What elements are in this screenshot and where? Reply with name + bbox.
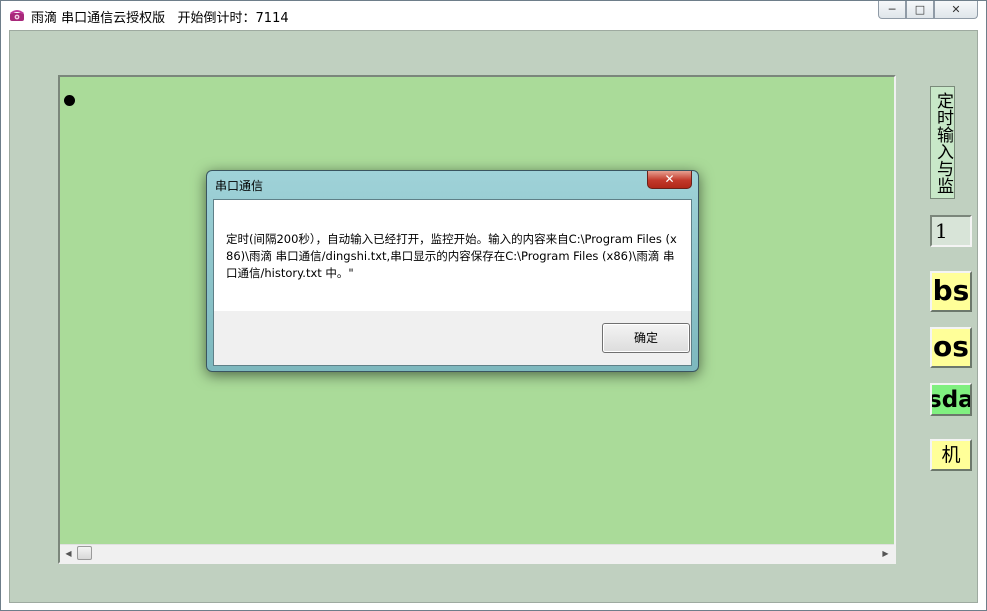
minimize-icon: ─ bbox=[888, 3, 896, 16]
close-button[interactable]: ✕ bbox=[934, 1, 978, 19]
message-dialog: 串口通信 ✕ 定时(间隔200秒），自动输入已经打开，监控开始。输入的内容来自C… bbox=[206, 170, 699, 372]
maximize-icon: □ bbox=[914, 3, 926, 16]
maximize-button[interactable]: □ bbox=[906, 1, 934, 19]
main-window: 雨滴 串口通信云授权版 开始倒计时：7114 ─ □ ✕ ◀ ▶ 定时输入与监控… bbox=[0, 0, 987, 611]
window-title: 雨滴 串口通信云授权版 开始倒计时：7114 bbox=[31, 11, 289, 26]
machine-button[interactable]: 机 bbox=[930, 439, 972, 471]
close-icon: ✕ bbox=[951, 3, 961, 16]
bs-button[interactable]: bs bbox=[930, 271, 972, 312]
caption-buttons: ─ □ ✕ bbox=[878, 1, 978, 21]
dialog-message-area: 定时(间隔200秒），自动输入已经打开，监控开始。输入的内容来自C:\Progr… bbox=[214, 200, 691, 311]
telephone-icon bbox=[10, 10, 24, 21]
status-dot bbox=[64, 95, 75, 106]
minimize-button[interactable]: ─ bbox=[878, 1, 906, 19]
scroll-right-icon[interactable]: ▶ bbox=[877, 545, 894, 562]
os-button[interactable]: os bbox=[930, 327, 972, 368]
timed-input-monitor-label[interactable]: 定时输入与监控 bbox=[930, 86, 955, 199]
dialog-close-button[interactable]: ✕ bbox=[647, 171, 692, 189]
ok-button[interactable]: 确定 bbox=[602, 323, 690, 353]
interval-value-field[interactable]: 1 bbox=[930, 215, 972, 247]
dialog-message: 定时(间隔200秒），自动输入已经打开，监控开始。输入的内容来自C:\Progr… bbox=[226, 232, 677, 280]
close-icon: ✕ bbox=[664, 172, 675, 186]
title-bar[interactable]: 雨滴 串口通信云授权版 开始倒计时：7114 ─ □ ✕ bbox=[1, 1, 986, 29]
horizontal-scrollbar[interactable]: ◀ ▶ bbox=[60, 544, 894, 562]
dialog-title: 串口通信 bbox=[215, 179, 264, 193]
scroll-left-icon[interactable]: ◀ bbox=[60, 545, 77, 562]
sda-button[interactable]: sda bbox=[930, 383, 972, 416]
dialog-body: 定时(间隔200秒），自动输入已经打开，监控开始。输入的内容来自C:\Progr… bbox=[213, 199, 692, 366]
scroll-thumb[interactable] bbox=[77, 546, 92, 560]
